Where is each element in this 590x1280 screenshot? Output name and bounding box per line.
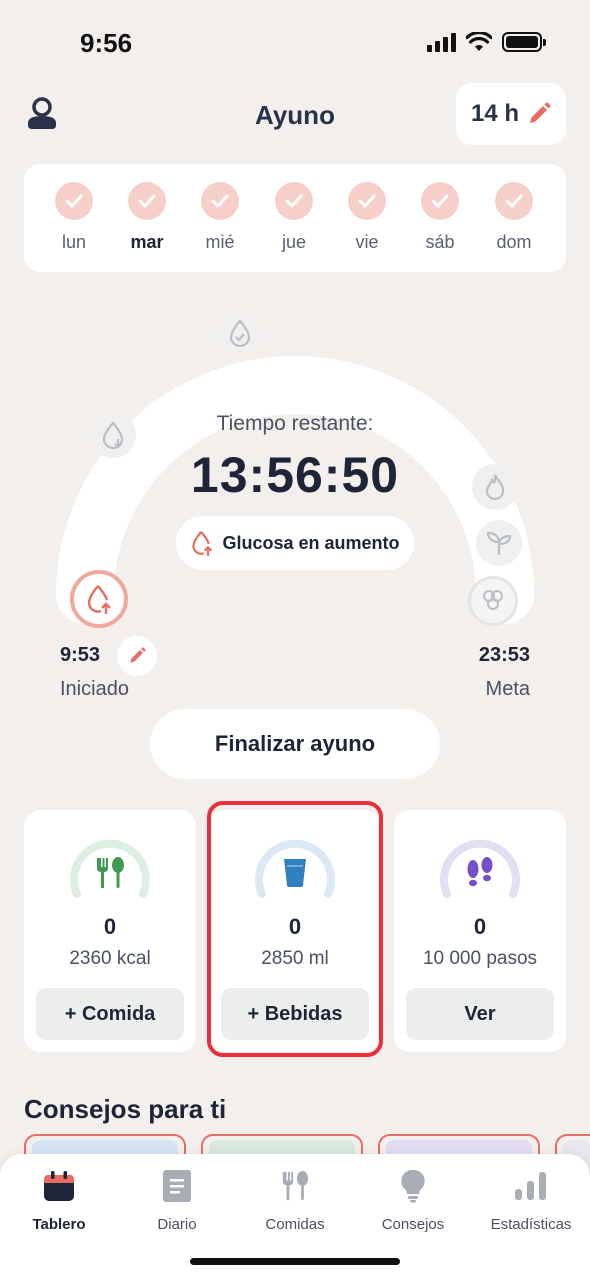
- goal-label: Meta: [485, 678, 530, 700]
- check-icon: [275, 182, 313, 220]
- fasting-plan-button[interactable]: 14 h: [456, 83, 566, 145]
- tab-estadisticas[interactable]: Estadísticas: [472, 1166, 590, 1233]
- lightbulb-icon: [401, 1169, 425, 1203]
- tab-consejos[interactable]: Consejos: [354, 1166, 472, 1233]
- steps-tracker-card: 0 10 000 pasos Ver: [394, 810, 566, 1052]
- water-drop-up-icon: [87, 585, 111, 614]
- fast-start-marker: [70, 570, 128, 628]
- view-steps-button[interactable]: Ver: [406, 988, 554, 1040]
- steps-count: 0: [473, 914, 487, 939]
- start-time: 9:53: [60, 644, 101, 666]
- journal-icon: [163, 1170, 191, 1202]
- drinks-card-highlight: [207, 801, 383, 1057]
- check-icon: [128, 182, 166, 220]
- day-label: lun: [61, 232, 87, 252]
- footprints-icon: [467, 857, 493, 887]
- fork-spoon-icon: [282, 1171, 309, 1201]
- tab-tablero[interactable]: Tablero: [0, 1166, 118, 1233]
- pencil-icon: [130, 647, 146, 663]
- cellular-signal-icon: [427, 32, 456, 52]
- end-fast-button[interactable]: Finalizar ayuno: [150, 709, 440, 779]
- fasting-plan-label: 14 h: [470, 100, 520, 127]
- food-goal: 2360 kcal: [69, 948, 151, 969]
- tips-section-title: Consejos para ti: [24, 1094, 227, 1124]
- tab-label: Comidas: [265, 1216, 325, 1233]
- tab-label: Estadísticas: [490, 1216, 572, 1233]
- pencil-icon: [530, 102, 551, 123]
- check-icon: [348, 182, 386, 220]
- water-drop-check-icon: [217, 310, 263, 356]
- remaining-time-caption: Tiempo restante:: [216, 412, 374, 435]
- tab-label: Tablero: [32, 1216, 86, 1233]
- day-dom[interactable]: dom: [484, 182, 544, 253]
- day-lun[interactable]: lun: [44, 182, 104, 253]
- food-count: 0: [103, 914, 117, 939]
- day-label: mar: [130, 232, 164, 252]
- day-mar[interactable]: mar: [117, 182, 177, 253]
- honeycomb-icon: [468, 576, 518, 626]
- calendar-icon: [44, 1171, 74, 1201]
- home-indicator: [190, 1258, 400, 1265]
- fasting-stage-label: Glucosa en aumento: [222, 532, 400, 553]
- status-time: 9:56: [80, 28, 133, 58]
- tab-label: Consejos: [381, 1216, 445, 1233]
- check-icon: [55, 182, 93, 220]
- check-icon: [495, 182, 533, 220]
- fork-spoon-icon: [97, 857, 124, 888]
- tab-diario[interactable]: Diario: [118, 1166, 236, 1233]
- food-tracker-card: 0 2360 kcal + Comida: [24, 810, 196, 1052]
- day-sab[interactable]: sáb: [410, 182, 470, 253]
- start-label: Iniciado: [60, 678, 129, 700]
- wifi-icon: [466, 32, 492, 51]
- tab-comidas[interactable]: Comidas: [236, 1166, 354, 1233]
- day-label: sáb: [425, 232, 455, 252]
- goal-time: 23:53: [478, 644, 530, 666]
- bar-chart-icon: [515, 1172, 546, 1200]
- day-vie[interactable]: vie: [337, 182, 397, 253]
- water-drop-up-icon: [192, 531, 213, 556]
- check-icon: [201, 182, 239, 220]
- week-progress-card: lun mar mié jue vie sáb dom: [24, 164, 566, 272]
- day-mie[interactable]: mié: [190, 182, 250, 253]
- day-label: jue: [281, 232, 307, 252]
- check-icon: [421, 182, 459, 220]
- sprout-icon: [476, 520, 522, 566]
- day-jue[interactable]: jue: [264, 182, 324, 253]
- edit-start-time-button[interactable]: [117, 636, 157, 676]
- tab-label: Diario: [157, 1216, 197, 1233]
- add-food-button[interactable]: + Comida: [36, 988, 184, 1040]
- day-label: dom: [496, 232, 532, 252]
- status-icons: [427, 32, 546, 52]
- battery-icon: [502, 32, 546, 52]
- fasting-stage-pill[interactable]: Glucosa en aumento: [176, 516, 414, 570]
- steps-goal: 10 000 pasos: [422, 948, 538, 969]
- day-label: mié: [205, 232, 235, 252]
- remaining-time: 13:56:50: [190, 447, 400, 503]
- day-label: vie: [355, 232, 379, 252]
